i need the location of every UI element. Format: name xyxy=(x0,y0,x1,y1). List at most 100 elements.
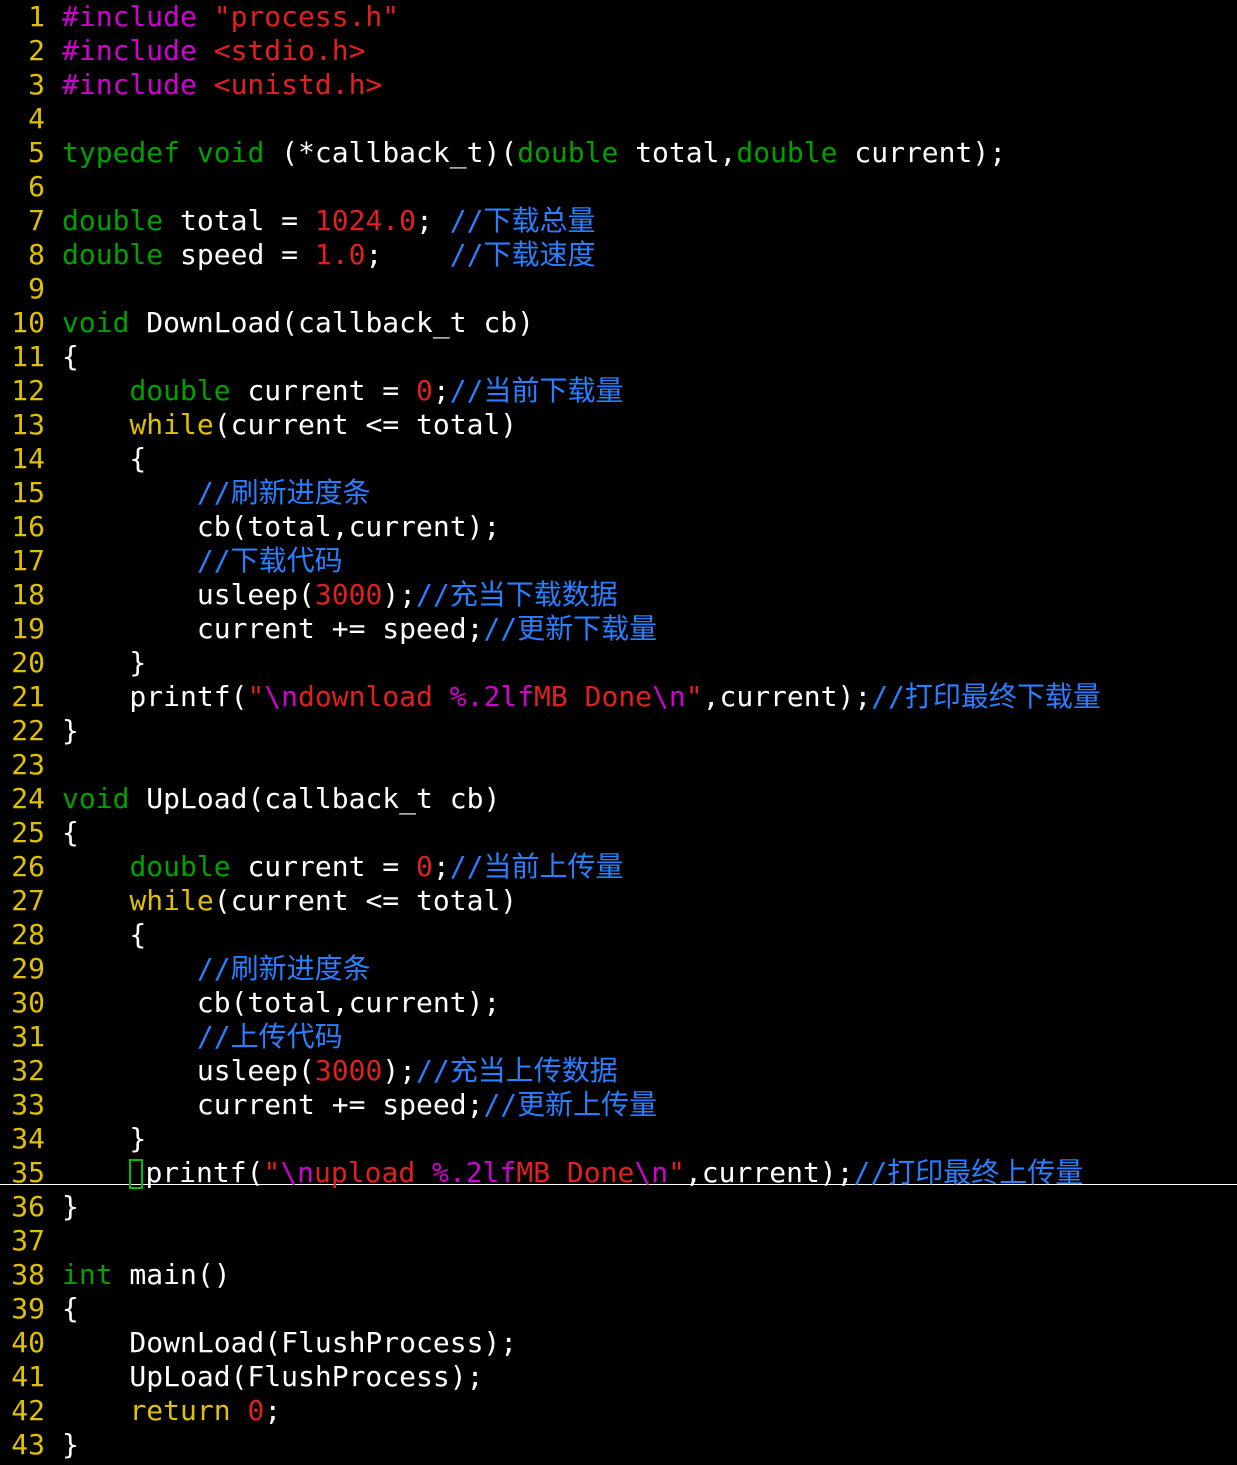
line-number: 43 xyxy=(11,1428,45,1461)
line-number: 28 xyxy=(11,918,45,951)
code-token: { xyxy=(62,340,79,373)
code-line[interactable]: 31 //上传代码 xyxy=(0,1020,1237,1054)
line-number: 15 xyxy=(11,476,45,509)
code-token: //刷新进度条 xyxy=(196,952,371,985)
code-line[interactable]: 33 current += speed;//更新上传量 xyxy=(0,1088,1237,1122)
line-number: 38 xyxy=(11,1258,45,1291)
code-text: #include <unistd.h> xyxy=(62,68,382,101)
code-token: 3000 xyxy=(314,1054,383,1087)
code-text: { xyxy=(62,442,146,475)
code-line[interactable]: 4 xyxy=(0,102,1237,136)
code-line[interactable]: 13 while(current <= total) xyxy=(0,408,1237,442)
code-text: { xyxy=(62,340,79,373)
code-token: \n xyxy=(264,680,299,713)
code-token: <stdio.h> xyxy=(213,34,366,67)
code-line[interactable]: 22} xyxy=(0,714,1237,748)
code-line[interactable]: 38 int main() xyxy=(0,1258,1237,1292)
code-token: %.2lf xyxy=(449,680,535,713)
code-line[interactable]: 37 xyxy=(0,1224,1237,1258)
code-line[interactable]: 11 { xyxy=(0,340,1237,374)
code-line[interactable]: 23 xyxy=(0,748,1237,782)
line-number: 27 xyxy=(11,884,45,917)
code-line[interactable]: 3 #include <unistd.h> xyxy=(0,68,1237,102)
line-number: 42 xyxy=(11,1394,45,1427)
code-line[interactable]: 40 DownLoad(FlushProcess); xyxy=(0,1326,1237,1360)
code-line[interactable]: 43} xyxy=(0,1428,1237,1462)
code-text: double speed = 1.0; //下载速度 xyxy=(62,238,595,271)
code-line[interactable]: 29 //刷新进度条 xyxy=(0,952,1237,986)
code-token: while xyxy=(129,408,214,441)
line-number: 22 xyxy=(11,714,45,747)
code-line[interactable]: 12 double current = 0;//当前下载量 xyxy=(0,374,1237,408)
code-text: return 0; xyxy=(62,1394,281,1427)
code-line[interactable]: 41 UpLoad(FlushProcess); xyxy=(0,1360,1237,1394)
code-token: void xyxy=(196,136,265,169)
line-number: 31 xyxy=(11,1020,45,1053)
code-line[interactable]: 34 } xyxy=(0,1122,1237,1156)
code-line[interactable]: 7 double total = 1024.0; //下载总量 xyxy=(0,204,1237,238)
code-token: total = xyxy=(163,204,315,237)
code-token: void xyxy=(62,782,130,815)
line-number: 13 xyxy=(11,408,45,441)
code-text: } xyxy=(62,1122,146,1155)
code-token: } xyxy=(62,1428,79,1461)
code-token: ,current); xyxy=(702,680,872,713)
code-line[interactable]: 18 usleep(3000);//充当下载数据 xyxy=(0,578,1237,612)
code-line[interactable]: 16 cb(total,current); xyxy=(0,510,1237,544)
code-line[interactable]: 5 typedef void (*callback_t)(double total… xyxy=(0,136,1237,170)
code-line[interactable]: 32 usleep(3000);//充当上传数据 xyxy=(0,1054,1237,1088)
code-text: { xyxy=(62,918,146,951)
code-line[interactable]: 42 return 0; xyxy=(0,1394,1237,1428)
code-line[interactable]: 10 void DownLoad(callback_t cb) xyxy=(0,306,1237,340)
line-number: 3 xyxy=(28,68,45,101)
code-line[interactable]: 27 while(current <= total) xyxy=(0,884,1237,918)
code-line[interactable]: 6 xyxy=(0,170,1237,204)
line-number: 25 xyxy=(11,816,45,849)
line-number: 32 xyxy=(11,1054,45,1087)
code-line[interactable]: 26 double current = 0;//当前上传量 xyxy=(0,850,1237,884)
code-line[interactable]: 36} xyxy=(0,1190,1237,1224)
code-token: \n xyxy=(634,1156,669,1189)
code-line[interactable]: 30 cb(total,current); xyxy=(0,986,1237,1020)
code-line[interactable]: 20 } xyxy=(0,646,1237,680)
line-number: 29 xyxy=(11,952,45,985)
code-line[interactable]: 14 { xyxy=(0,442,1237,476)
code-line[interactable]: 19 current += speed;//更新下载量 xyxy=(0,612,1237,646)
code-token: usleep( xyxy=(62,578,315,611)
code-line[interactable]: 17 //下载代码 xyxy=(0,544,1237,578)
code-token: " xyxy=(263,1156,281,1189)
code-token: download xyxy=(298,680,450,713)
code-editor[interactable]: 1 #include "process.h" 2 #include <stdio.h>… xyxy=(0,0,1237,1465)
code-token: " xyxy=(247,680,265,713)
code-token: ); xyxy=(382,578,417,611)
code-token: void xyxy=(62,306,130,339)
code-token: //更新下载量 xyxy=(483,612,658,645)
line-number: 36 xyxy=(11,1190,45,1223)
line-number: 41 xyxy=(11,1360,45,1393)
code-text: } xyxy=(62,714,79,747)
code-line[interactable]: 24 void UpLoad(callback_t cb) xyxy=(0,782,1237,816)
line-number: 21 xyxy=(11,680,45,713)
code-line[interactable]: 2 #include <stdio.h> xyxy=(0,34,1237,68)
code-token: while xyxy=(129,884,214,917)
code-text: DownLoad(FlushProcess); xyxy=(62,1326,517,1359)
code-token: (current <= total) xyxy=(213,408,518,441)
code-line[interactable]: 1 #include "process.h" xyxy=(0,0,1237,34)
code-token: (*callback_t)( xyxy=(264,136,518,169)
code-line[interactable]: 8 double speed = 1.0; //下载速度 xyxy=(0,238,1237,272)
line-number: 39 xyxy=(11,1292,45,1325)
code-line[interactable]: 35 printf("\nupload %.2lfMB Done\n",curr… xyxy=(0,1156,1237,1190)
code-line[interactable]: 21 printf("\ndownload %.2lfMB Done\n",cu… xyxy=(0,680,1237,714)
code-token: //下载总量 xyxy=(449,204,596,237)
code-line[interactable]: 15 //刷新进度条 xyxy=(0,476,1237,510)
code-text: while(current <= total) xyxy=(62,884,517,917)
code-line[interactable]: 39 { xyxy=(0,1292,1237,1326)
code-line[interactable]: 28 { xyxy=(0,918,1237,952)
code-line[interactable]: 25 { xyxy=(0,816,1237,850)
code-text: current += speed;//更新上传量 xyxy=(62,1088,657,1121)
code-line[interactable]: 9 xyxy=(0,272,1237,306)
